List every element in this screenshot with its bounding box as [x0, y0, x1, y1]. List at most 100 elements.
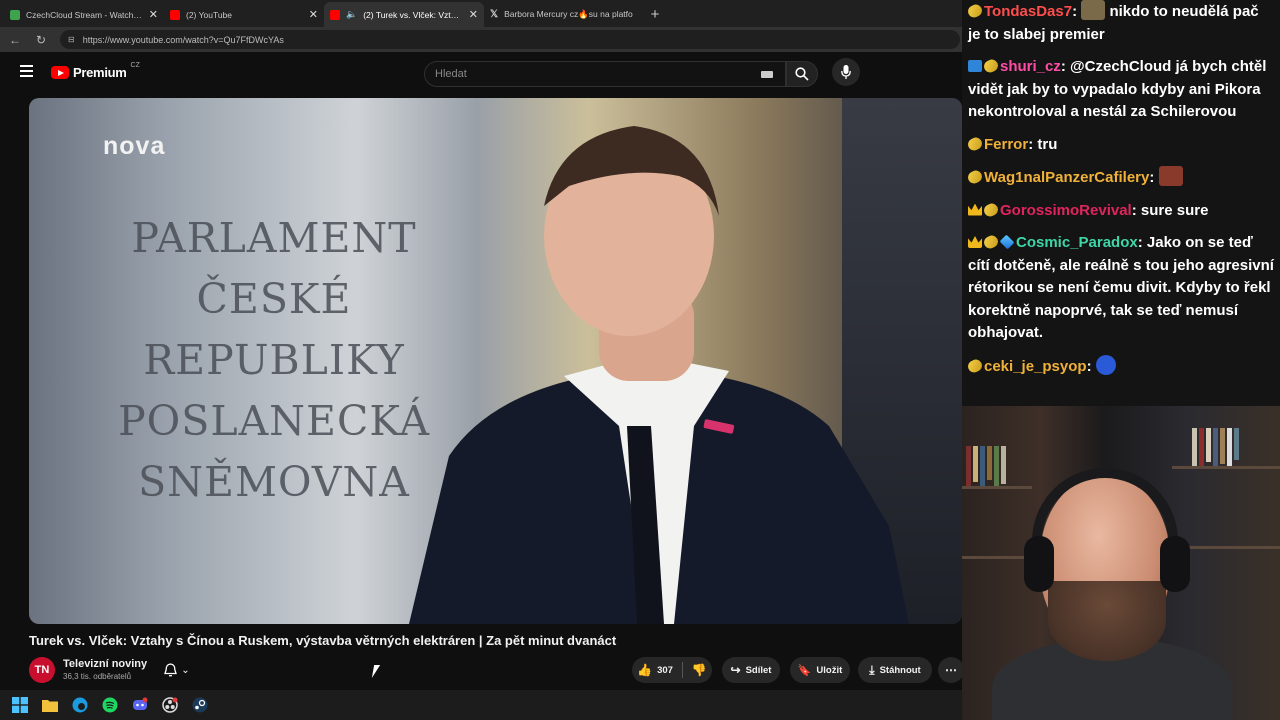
url-text: https://www.youtube.com/watch?v=Qu7FfDWc… [82, 34, 284, 45]
edge-browser-icon[interactable] [70, 695, 90, 715]
video-player[interactable]: PARLAMENT ČESKÉ REPUBLIKY POSLANECKÁ SNĚ… [29, 98, 962, 624]
webcam-feed [962, 406, 1280, 720]
tab-title: CzechCloud Stream - Watch Live o [26, 9, 143, 20]
tab-czechcloud[interactable]: CzechCloud Stream - Watch Live o ✕ [4, 2, 164, 27]
address-bar-row: ← ↻ ⊟ https://www.youtube.com/watch?v=Qu… [0, 27, 962, 52]
channel-avatar[interactable]: TN [29, 657, 55, 683]
chat-separator: : [1137, 234, 1147, 251]
discord-icon[interactable] [130, 695, 150, 715]
tab-youtube[interactable]: (2) YouTube ✕ [164, 2, 324, 27]
bookshelf [962, 486, 1032, 489]
save-button[interactable]: 🔖 Uložit [790, 657, 850, 683]
region-code: CZ [130, 62, 140, 69]
menu-icon[interactable] [20, 65, 33, 77]
subscription-bell-button[interactable]: ⌄ [155, 657, 199, 683]
keyboard-icon[interactable] [761, 71, 773, 78]
pill-badge-icon [982, 57, 1000, 75]
spotify-icon[interactable] [100, 695, 120, 715]
url-field[interactable]: ⊟ https://www.youtube.com/watch?v=Qu7FfD… [60, 30, 960, 49]
chat-separator: : [1060, 58, 1071, 75]
speaker-icon[interactable]: 🔈 [346, 9, 357, 20]
channel-name[interactable]: Televizní noviny [63, 658, 147, 670]
chat-message: Cosmic_Paradox: Jako on se teď cítí dotč… [968, 232, 1274, 345]
share-label: Sdílet [745, 664, 772, 676]
headset-earcup [1024, 536, 1054, 592]
chat-username[interactable]: Ferror [984, 136, 1028, 153]
windows-start-icon[interactable] [10, 695, 30, 715]
microphone-icon [841, 65, 851, 79]
chat-message: ceki_je_psyop: [966, 354, 1274, 379]
site-info-icon[interactable]: ⊟ [68, 35, 75, 44]
divider [681, 662, 683, 678]
prime-badge-icon [968, 60, 982, 72]
download-icon: ⤓ [869, 662, 875, 677]
chat-emote-icon [1158, 166, 1183, 186]
chat-message: TondasDas7: nikdo to neudělá pač je to s… [966, 0, 1274, 46]
dislike-button[interactable]: 👎 [692, 663, 707, 677]
chat-separator: : [1131, 201, 1141, 219]
books [1192, 428, 1239, 466]
tv-channel-logo: nova [103, 132, 166, 160]
chat-message: shuri_cz: @CzechCloud já bych chtěl vidě… [968, 56, 1274, 124]
chat-separator: : [1086, 357, 1096, 375]
tab-title: Barbora Mercury cz🔥su na platfo [504, 9, 633, 19]
youtube-play-icon [51, 66, 69, 79]
bookshelf [1172, 466, 1280, 469]
chat-username[interactable]: shuri_cz [1000, 58, 1061, 75]
file-explorer-icon[interactable] [40, 695, 60, 715]
chat-username[interactable]: TondasDas7 [984, 3, 1072, 20]
tab-title: (2) YouTube [186, 9, 232, 20]
chat-message: Ferror: tru [966, 134, 1274, 157]
pill-badge-icon [966, 2, 984, 20]
chat-message: GorossimoRevival: sure sure [968, 200, 1274, 223]
stream-chat: TondasDas7: nikdo to neudělá pač je to s… [962, 0, 1280, 406]
youtube-logo[interactable]: Premium CZ [51, 62, 140, 80]
reload-icon[interactable]: ↻ [34, 33, 48, 47]
steam-icon[interactable] [190, 695, 210, 715]
pill-badge-icon [982, 201, 1000, 218]
like-button[interactable]: 👍 307 [637, 663, 673, 677]
headset-earcup [1160, 536, 1190, 592]
new-tab-button[interactable]: + [644, 2, 666, 27]
czechcloud-favicon-icon [10, 9, 20, 20]
search-placeholder: Hledat [435, 68, 467, 80]
search-button[interactable] [786, 61, 818, 87]
streamer-beard [1048, 581, 1166, 661]
chat-username[interactable]: GorossimoRevival [1000, 202, 1132, 219]
pill-badge-icon [966, 357, 984, 374]
more-icon: ⋯ [945, 663, 957, 677]
download-label: Stáhnout [879, 664, 921, 676]
like-dislike-group: 👍 307 👎 [632, 657, 712, 683]
share-button[interactable]: ↪ Sdílet [722, 657, 780, 683]
share-icon: ↪ [730, 663, 741, 677]
chat-username[interactable]: ceki_je_psyop [984, 358, 1087, 375]
search-input[interactable]: Hledat [424, 61, 786, 87]
close-icon[interactable]: ✕ [149, 8, 158, 21]
gem-badge-icon [999, 234, 1015, 250]
youtube-favicon-icon [330, 9, 340, 20]
logo-text: Premium [73, 65, 127, 80]
close-icon[interactable]: ✕ [469, 8, 478, 21]
chat-separator: : [1149, 169, 1159, 186]
tab-x[interactable]: 𝕏 Barbora Mercury cz🔥su na platfo [484, 2, 644, 27]
chat-emote-icon [1095, 354, 1116, 375]
download-button[interactable]: ⤓ Stáhnout [858, 657, 932, 683]
voice-search-button[interactable] [832, 58, 860, 86]
pill-badge-icon [982, 233, 1000, 251]
youtube-favicon-icon [170, 9, 180, 20]
close-icon[interactable]: ✕ [309, 8, 318, 21]
thumbs-down-icon: 👎 [691, 663, 707, 677]
bell-icon [164, 663, 178, 677]
tab-active-video[interactable]: 🔈 (2) Turek vs. Vlček: Vztahy s Č ✕ [324, 2, 484, 27]
obs-icon[interactable] [160, 695, 180, 715]
chat-username[interactable]: Wag1nalPanzerCafilery [984, 169, 1149, 186]
pill-badge-icon [966, 135, 984, 152]
back-arrow-icon[interactable]: ← [8, 33, 22, 47]
search-icon [795, 67, 809, 81]
interviewee-figure [409, 126, 909, 624]
chat-username[interactable]: Cosmic_Paradox [1016, 234, 1138, 251]
tab-title: (2) Turek vs. Vlček: Vztahy s Č [363, 9, 463, 20]
screen: CzechCloud Stream - Watch Live o ✕ (2) Y… [0, 0, 1280, 720]
bookmark-icon: 🔖 [797, 664, 812, 677]
more-actions-button[interactable]: ⋯ [938, 657, 964, 683]
